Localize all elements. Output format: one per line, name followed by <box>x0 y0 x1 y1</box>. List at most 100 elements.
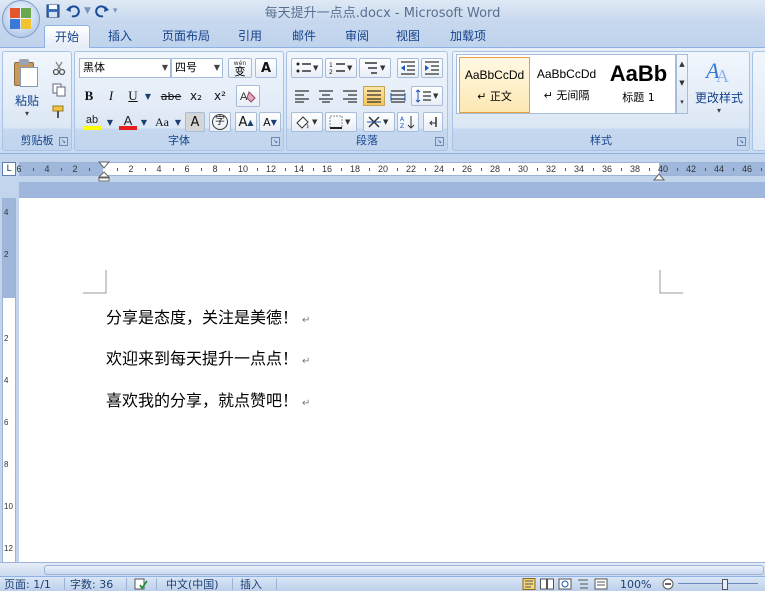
format-painter-icon[interactable] <box>49 102 69 122</box>
proofing-icon[interactable] <box>134 578 148 591</box>
paste-button[interactable]: 粘贴 ▾ <box>8 56 46 126</box>
align-left-button[interactable] <box>291 86 313 106</box>
svg-text:2: 2 <box>329 69 333 75</box>
zoom-slider-track[interactable] <box>678 583 758 584</box>
line-spacing-button[interactable]: ▼ <box>411 86 443 106</box>
status-word-count[interactable]: 字数: 36 <box>70 578 113 591</box>
change-case-dropdown-icon[interactable]: ▼ <box>173 112 183 132</box>
status-page[interactable]: 页面: 1/1 <box>4 578 51 591</box>
highlight-dropdown-icon[interactable]: ▼ <box>105 112 115 132</box>
align-right-button[interactable] <box>339 86 361 106</box>
bold-button[interactable]: B <box>79 86 99 106</box>
shading-button[interactable]: ▼ <box>291 112 323 132</box>
document-page[interactable]: 分享是态度，关注是美德！ ↵ 欢迎来到每天提升一点点！ ↵ 喜欢我的分享，就点赞吧！… <box>19 198 765 562</box>
horizontal-scrollbar-thumb[interactable] <box>44 565 764 575</box>
status-insert-mode[interactable]: 插入 <box>240 578 262 591</box>
paragraph-3[interactable]: 喜欢我的分享，就点赞吧！ ↵ <box>106 387 310 411</box>
view-outline-icon[interactable] <box>576 578 590 591</box>
paragraph-1-text: 分享是态度，关注是美德！ <box>106 308 299 327</box>
clear-formatting-button[interactable]: A <box>255 58 277 78</box>
tab-view[interactable]: 视图 <box>386 25 430 48</box>
clipboard-launcher-icon[interactable]: ↘ <box>59 137 68 146</box>
svg-text:A: A <box>716 66 729 86</box>
style-heading-1[interactable]: AaBb 标题 1 <box>603 57 674 113</box>
paragraph-1[interactable]: 分享是态度，关注是美德！ ↵ <box>106 304 310 328</box>
styles-launcher-icon[interactable]: ↘ <box>737 137 746 146</box>
svg-text:▼: ▼ <box>383 118 389 126</box>
svg-text:▼: ▼ <box>347 64 353 72</box>
view-print-layout-icon[interactable] <box>522 578 536 591</box>
multilevel-list-button[interactable]: ▼ <box>359 58 391 78</box>
ruler-tick <box>677 168 678 171</box>
paragraph-2[interactable]: 欢迎来到每天提升一点点！ ↵ <box>106 345 310 369</box>
ruler-number: 8 <box>212 164 218 174</box>
bullets-button[interactable]: ▼ <box>291 58 323 78</box>
show-hide-marks-button[interactable] <box>423 112 443 132</box>
increase-indent-button[interactable] <box>421 58 443 78</box>
zoom-slider-thumb[interactable] <box>722 579 728 590</box>
tab-references[interactable]: 引用 <box>228 25 272 48</box>
font-name-dropdown-icon[interactable]: ▼ <box>162 59 168 77</box>
first-line-indent-marker[interactable] <box>97 158 111 169</box>
distributed-button[interactable] <box>387 86 409 106</box>
copy-icon[interactable] <box>49 80 69 100</box>
tab-add-ins[interactable]: 加载项 <box>440 25 496 48</box>
window-title: 每天提升一点点.docx - Microsoft Word <box>264 6 501 21</box>
tab-insert[interactable]: 插入 <box>98 25 142 48</box>
grow-font-button[interactable]: A ▲ <box>235 112 257 132</box>
justify-button[interactable] <box>363 86 385 106</box>
tab-mailings[interactable]: 邮件 <box>282 25 326 48</box>
font-size-combo[interactable]: 四号 ▼ <box>171 58 223 78</box>
chinese-layout-button[interactable]: ▼ <box>363 112 395 132</box>
status-language[interactable]: 中文(中国) <box>166 578 219 591</box>
view-full-screen-reading-icon[interactable] <box>540 578 554 591</box>
styles-gallery-scroller[interactable]: ▲ ▼ ▾ <box>676 54 688 114</box>
office-button[interactable] <box>2 0 40 38</box>
tab-review[interactable]: 审阅 <box>335 25 379 48</box>
borders-button[interactable]: ▼ <box>325 112 357 132</box>
ruler-tick <box>145 168 146 171</box>
decrease-indent-button[interactable] <box>397 58 419 78</box>
style-normal[interactable]: AaBbCcDd ↵ 正文 <box>459 57 530 113</box>
ruler-number: 6 <box>184 164 190 174</box>
hanging-indent-marker[interactable] <box>97 171 111 182</box>
view-draft-icon[interactable] <box>594 578 608 591</box>
zoom-level[interactable]: 100% <box>620 578 651 591</box>
cut-icon[interactable] <box>49 58 69 78</box>
tab-page-layout[interactable]: 页面布局 <box>152 25 220 48</box>
tab-home[interactable]: 开始 <box>44 25 90 48</box>
change-case-button[interactable]: A <box>236 85 260 107</box>
paragraph-launcher-icon[interactable]: ↘ <box>435 137 444 146</box>
vertical-ruler[interactable]: 4 2 2 4 6 8 10 12 <box>2 198 16 562</box>
change-styles-button[interactable]: AA 更改样式 ▾ <box>692 54 746 124</box>
vruler-number: 6 <box>4 418 9 427</box>
font-launcher-icon[interactable]: ↘ <box>271 137 280 146</box>
align-center-button[interactable] <box>315 86 337 106</box>
char-shading-button[interactable]: A <box>185 112 205 132</box>
change-case-aa-button[interactable]: Aa <box>151 112 173 132</box>
font-name-combo[interactable]: 黑体 ▼ <box>79 58 171 78</box>
font-color-dropdown-icon[interactable]: ▼ <box>139 112 149 132</box>
numbering-button[interactable]: 1 2 ▼ <box>325 58 357 78</box>
font-color-button[interactable]: A <box>117 112 139 132</box>
paragraph-3-text: 喜欢我的分享，就点赞吧！ <box>106 391 299 410</box>
style-no-spacing[interactable]: AaBbCcDd ↵ 无间隔 <box>531 57 602 113</box>
enclose-characters-button[interactable]: 字 <box>209 112 231 132</box>
subscript-button[interactable]: x₂ <box>185 86 207 106</box>
font-size-dropdown-icon[interactable]: ▼ <box>214 59 220 77</box>
ruler-number: 32 <box>545 164 557 174</box>
superscript-button[interactable]: x² <box>209 86 231 106</box>
highlight-button[interactable]: ab <box>79 112 105 132</box>
shrink-font-button[interactable]: A ▼ <box>259 112 281 132</box>
sort-button[interactable]: AZ <box>397 112 419 132</box>
phonetic-guide-button[interactable]: wén 变 <box>228 58 252 78</box>
zoom-out-icon[interactable] <box>662 578 674 591</box>
tab-selector[interactable]: L <box>2 162 16 176</box>
underline-dropdown-icon[interactable]: ▼ <box>143 86 153 106</box>
right-indent-marker[interactable] <box>652 170 666 181</box>
horizontal-scrollbar[interactable] <box>0 562 765 576</box>
view-web-layout-icon[interactable] <box>558 578 572 591</box>
underline-button[interactable]: U <box>123 86 143 106</box>
strikethrough-button[interactable]: abe <box>159 86 183 106</box>
italic-button[interactable]: I <box>101 86 121 106</box>
